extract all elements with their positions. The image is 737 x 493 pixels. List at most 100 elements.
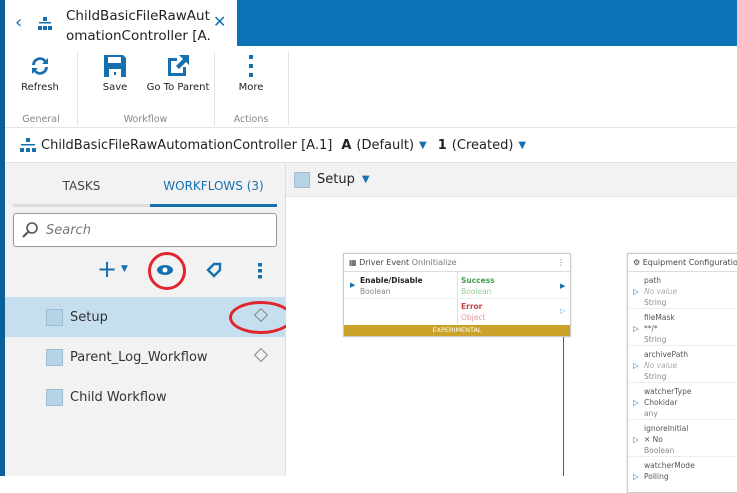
workflow-color-swatch [46,308,63,326]
equipment-config-node[interactable]: ⚙ Equipment Configuration ▷ path No value S… [627,253,737,493]
left-panel: TASKS WORKFLOWS (3) Search + ▼ Setup Par… [5,163,293,476]
input-value: No value [644,361,678,370]
group-workflow: Workflow [123,114,168,125]
input-port-icon[interactable]: ▷ [633,434,639,445]
chevron-down-icon[interactable]: ▼ [518,140,526,151]
highlight-circle [148,252,186,290]
chevron-down-icon[interactable]: ▼ [121,264,128,274]
workflow-color-swatch [46,348,63,366]
config-icon: ⚙ [633,258,643,267]
input-name: archivePath [644,350,689,359]
chevron-down-icon[interactable]: ▼ [362,174,370,185]
workflow-item-child[interactable]: Child Workflow [5,377,285,417]
group-actions: Actions [233,114,269,125]
more-button[interactable]: More [216,54,286,93]
entity-name: ChildBasicFileRawAutomationController [A… [41,137,333,153]
save-button[interactable]: Save [80,54,150,93]
workflow-color-swatch [294,171,310,188]
revision-letter: A [341,137,352,153]
workflow-color-swatch [46,388,63,406]
version-dropdown[interactable]: (Created) [452,138,514,153]
version-number: 1 [437,137,447,153]
input-port-icon[interactable]: ▷ [633,397,639,408]
config-input-row[interactable]: ▷ watcherType Chokidar any [628,383,737,420]
input-name: ignoreInitial [644,424,689,433]
group-general: General [22,114,60,125]
input-type: Boolean [360,287,391,296]
input-type: String [644,335,667,344]
input-name: Enable/Disable [360,276,423,285]
workflow-name: Child Workflow [70,389,167,405]
back-icon[interactable]: ‹ [15,12,22,33]
output-name: Success [461,276,495,285]
tab-tasks[interactable]: TASKS [13,163,150,207]
search-placeholder: Search [46,222,91,238]
add-icon[interactable]: + [97,257,117,281]
workflow-selector[interactable]: Setup [317,172,355,187]
input-port-icon[interactable]: ▷ [633,360,639,371]
input-name: watcherMode [644,461,695,470]
config-input-row[interactable]: ▷ watcherMode Polling [628,457,737,492]
tag-edit-icon[interactable] [206,262,222,278]
input-type: String [644,372,667,381]
refresh-icon [32,57,48,75]
search-input[interactable]: Search [13,213,277,247]
input-port-icon[interactable]: ▷ [633,323,639,334]
driver-event-node[interactable]: ▦ Driver Event OnInitialize ⋮ ▶ Enable/Di… [343,253,571,337]
output-type: Object [461,313,486,322]
input-name: path [644,276,662,285]
hierarchy-icon [20,137,36,152]
input-port-icon[interactable]: ▶ [350,281,355,289]
output-name: Error [461,302,483,311]
go-to-parent-button[interactable]: Go To Parent [143,54,213,93]
driver-icon: ▦ [349,258,360,267]
node-title: Driver Event [359,258,410,267]
external-link-icon [168,55,189,76]
input-value: No value [644,287,678,296]
workflow-item-parent-log[interactable]: Parent_Log_Workflow [5,337,285,377]
more-vertical-icon [249,55,253,77]
config-input-row[interactable]: ▷ fileMask **/* String [628,309,737,346]
tab-workflows[interactable]: WORKFLOWS (3) [150,163,277,207]
input-type: any [644,409,658,418]
refresh-label: Refresh [21,82,59,93]
workflow-canvas[interactable]: Setup ▼ ▦ Driver Event OnInitialize ⋮ ▶ E… [286,163,737,493]
workflow-name: Parent_Log_Workflow [70,349,208,365]
input-value: ✕ No [644,435,663,444]
workflow-name: Setup [70,309,108,325]
output-type: Boolean [461,287,492,296]
breadcrumb: ChildBasicFileRawAutomationController [A… [5,128,737,163]
document-tab[interactable]: ‹ ChildBasicFileRawAutomationController … [5,0,237,64]
input-port-icon[interactable]: ▷ [633,286,639,297]
more-vertical-icon[interactable]: ⋮ [557,258,565,267]
config-input-row[interactable]: ▷ ignoreInitial ✕ No Boolean [628,420,737,457]
highlight-circle [229,301,293,334]
more-label: More [238,82,264,93]
save-label: Save [102,82,128,93]
config-input-row[interactable]: ▷ path No value String [628,272,737,309]
refresh-button[interactable]: Refresh [5,54,75,93]
input-value: Polling [644,472,669,481]
node-title: Equipment Configuration [642,258,737,267]
search-icon [22,222,38,238]
node-event: OnInitialize [411,258,457,267]
output-port-icon[interactable]: ▷ [560,307,565,315]
revision-dropdown[interactable]: (Default) [356,138,414,153]
config-input-row[interactable]: ▷ archivePath No value String [628,346,737,383]
save-icon [104,55,126,77]
experimental-badge: EXPERIMENTAL [344,325,570,336]
input-name: watcherType [644,387,692,396]
diamond-icon[interactable] [253,347,269,363]
input-value: **/* [644,324,658,333]
input-type: String [644,298,667,307]
canvas-header: Setup ▼ [286,163,737,197]
input-port-icon[interactable]: ▷ [633,471,639,482]
input-name: fileMask [644,313,675,322]
hierarchy-icon [38,17,52,30]
input-type: Boolean [644,446,675,455]
close-icon[interactable]: ✕ [213,12,226,31]
output-port-icon[interactable]: ▶ [560,282,565,290]
more-vertical-icon[interactable] [258,263,263,279]
chevron-down-icon[interactable]: ▼ [419,140,427,151]
ribbon: Refresh Save Go To Parent More General W… [5,46,737,128]
